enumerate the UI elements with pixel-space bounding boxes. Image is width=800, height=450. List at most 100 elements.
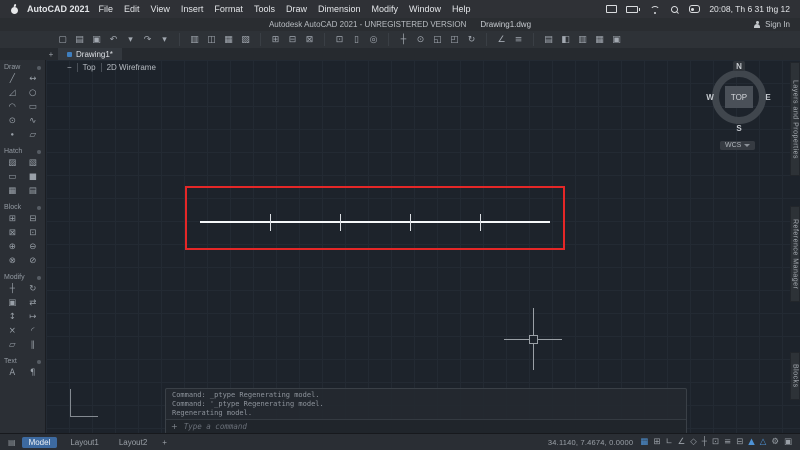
compass-top-face[interactable]: TOP [725, 86, 753, 108]
undo-dropdown-button[interactable]: ▾ [124, 33, 137, 46]
new-layout-button[interactable]: + [160, 438, 169, 447]
save-button[interactable]: ▣ [90, 33, 103, 46]
offset-tool-icon[interactable]: ∥ [23, 338, 44, 351]
layout-browser-icon[interactable]: ▤ [8, 438, 16, 447]
section-collapse-icon[interactable] [37, 66, 41, 70]
command-input[interactable] [182, 421, 681, 432]
boundary-tool-icon[interactable]: ▭ [2, 170, 23, 183]
hatch-section-header[interactable]: Hatch [0, 147, 45, 156]
view-control[interactable]: Top [77, 63, 101, 72]
copy-tool-icon[interactable]: ▣ [2, 296, 23, 309]
layout2-tab[interactable]: Layout2 [112, 437, 154, 448]
modify-section-header[interactable]: Modify [0, 273, 45, 282]
gradient-tool-icon[interactable]: ▧ [23, 156, 44, 169]
pattern-tool-icon[interactable]: ▦ [2, 184, 23, 197]
apple-menu-icon[interactable] [10, 4, 18, 15]
plot-button[interactable]: ▥ [188, 33, 201, 46]
paste-button[interactable]: ▯ [350, 33, 363, 46]
zoom-previous-button[interactable]: ◰ [448, 33, 461, 46]
drawing-tab[interactable]: Drawing1* [58, 48, 122, 60]
draw-section-header[interactable]: Draw [0, 63, 45, 72]
properties-palette-button[interactable]: ◧ [559, 33, 572, 46]
new-drawing-tab-button[interactable]: + [44, 48, 58, 60]
visual-style-control[interactable]: 2D Wireframe [101, 63, 161, 72]
edit-block-tool-icon[interactable]: ⊕ [2, 240, 23, 253]
compass-west[interactable]: W [704, 92, 716, 102]
construction-line-tool-icon[interactable]: ↔ [23, 72, 44, 85]
redo-dropdown-button[interactable]: ▾ [158, 33, 171, 46]
wcs-dropdown[interactable]: WCS [720, 141, 755, 150]
sync-attributes-tool-icon[interactable]: ⊖ [23, 240, 44, 253]
section-collapse-icon[interactable] [37, 206, 41, 210]
section-collapse-icon[interactable] [37, 276, 41, 280]
move-tool-icon[interactable]: ┼ [2, 282, 23, 295]
region-tool-icon[interactable]: ▱ [23, 128, 44, 141]
attribute-tool-icon[interactable]: ⊡ [23, 226, 44, 239]
menu-window[interactable]: Window [409, 4, 441, 14]
viewcube-compass[interactable]: N E S W TOP [704, 62, 774, 132]
object-snap-icon[interactable]: ⊡ [712, 437, 719, 447]
customize-icon[interactable]: + [171, 422, 178, 431]
autoscale-icon[interactable]: △ [760, 437, 767, 447]
new-file-button[interactable]: ▢ [56, 33, 69, 46]
section-collapse-icon[interactable] [37, 150, 41, 154]
quick-calc-button[interactable]: ≡ [512, 33, 525, 46]
menu-dimension[interactable]: Dimension [318, 4, 361, 14]
window-titlebar[interactable]: Autodesk AutoCAD 2021 - UNREGISTERED VER… [0, 18, 800, 31]
create-block-tool-icon[interactable]: ⊟ [23, 212, 44, 225]
rotate-tool-icon[interactable]: ↻ [23, 282, 44, 295]
polyline-tool-icon[interactable]: ◿ [2, 86, 23, 99]
ellipse-tool-icon[interactable]: ⊙ [2, 114, 23, 127]
stretch-tool-icon[interactable]: ↦ [23, 310, 44, 323]
hatch-tool-icon[interactable]: ▨ [2, 156, 23, 169]
mirror-tool-icon[interactable]: ⇄ [23, 296, 44, 309]
menu-file[interactable]: File [99, 4, 114, 14]
insert-block-button[interactable]: ⊞ [269, 33, 282, 46]
object-snap-tracking-icon[interactable]: ┼ [702, 437, 707, 447]
drawing-canvas[interactable] [0, 60, 800, 433]
wifi-icon[interactable] [649, 4, 660, 14]
point-tool-icon[interactable]: ∙ [2, 128, 23, 141]
menu-edit[interactable]: Edit [124, 4, 140, 14]
copy-clip-button[interactable]: ⊡ [333, 33, 346, 46]
compass-south[interactable]: S [733, 123, 745, 133]
plot-preview-button[interactable]: ◫ [205, 33, 218, 46]
workspace-settings-icon[interactable]: ⚙ [771, 437, 779, 447]
menu-modify[interactable]: Modify [372, 4, 399, 14]
ortho-icon[interactable]: ∟ [665, 437, 672, 447]
text-section-header[interactable]: Text [0, 357, 45, 366]
block-section-header[interactable]: Block [0, 203, 45, 212]
fillet-tool-icon[interactable]: ◜ [23, 324, 44, 337]
explode-block-tool-icon[interactable]: ⊘ [23, 254, 44, 267]
zoom-window-button[interactable]: ◱ [431, 33, 444, 46]
reference-manager-palette-tab[interactable]: Reference Manager [790, 206, 800, 302]
erase-tool-icon[interactable]: ▱ [2, 338, 23, 351]
mtext-tool-icon[interactable]: ¶ [23, 366, 44, 379]
layer-properties-button[interactable]: ▤ [542, 33, 555, 46]
write-block-tool-icon[interactable]: ⊠ [2, 226, 23, 239]
dynamic-input-icon[interactable]: ⊟ [736, 437, 743, 447]
menu-view[interactable]: View [151, 4, 170, 14]
display-icon[interactable] [606, 4, 617, 14]
insert-block-tool-icon[interactable]: ⊞ [2, 212, 23, 225]
spotlight-search-icon[interactable] [669, 4, 679, 14]
section-collapse-icon[interactable] [37, 360, 41, 364]
scale-tool-icon[interactable]: ↕ [2, 310, 23, 323]
coordinates-readout[interactable]: 34.1140, 7.4674, 0.0000 [548, 438, 633, 447]
menu-tools[interactable]: Tools [254, 4, 275, 14]
pan-button[interactable]: ┼ [397, 33, 410, 46]
blocks-palette-button[interactable]: ▣ [610, 33, 623, 46]
polar-tracking-icon[interactable]: ∠ [678, 437, 686, 447]
menu-format[interactable]: Format [214, 4, 243, 14]
base-point-tool-icon[interactable]: ⊗ [2, 254, 23, 267]
menu-insert[interactable]: Insert [181, 4, 204, 14]
zoom-realtime-button[interactable]: ⊙ [414, 33, 427, 46]
undo-button[interactable]: ↶ [107, 33, 120, 46]
app-menu-title[interactable]: AutoCAD 2021 [27, 4, 90, 14]
sheet-set-button[interactable]: ▦ [593, 33, 606, 46]
menu-draw[interactable]: Draw [286, 4, 307, 14]
battery-icon[interactable] [626, 4, 640, 14]
single-text-tool-icon[interactable]: A [2, 366, 23, 379]
clean-screen-icon[interactable]: ▣ [784, 437, 792, 447]
clip-reference-button[interactable]: ⊠ [303, 33, 316, 46]
